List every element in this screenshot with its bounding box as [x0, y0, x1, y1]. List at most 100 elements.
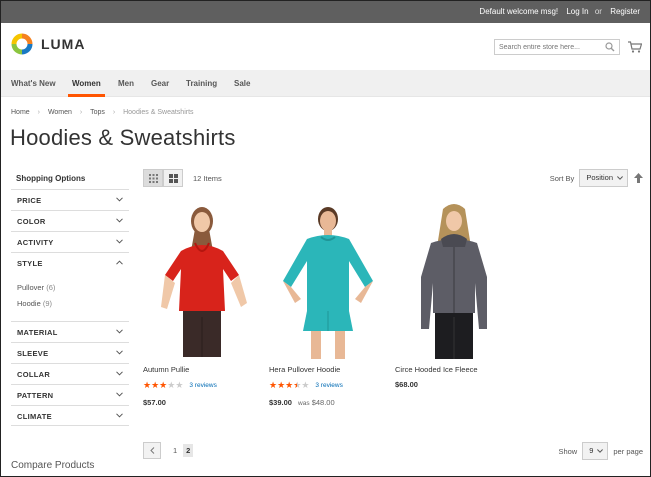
product-name[interactable]: Circe Hooded Ice Fleece: [395, 365, 513, 374]
chevron-down-icon: [116, 350, 123, 355]
filter-collar[interactable]: COLLAR: [11, 363, 129, 384]
nav-item-sale[interactable]: Sale: [234, 70, 250, 97]
product-rating: ★ ★ ★ ★ ★ 3 reviews: [269, 380, 387, 390]
header: LUMA: [1, 23, 650, 70]
cart-icon[interactable]: [628, 41, 642, 53]
reviews-link[interactable]: 3 reviews: [315, 382, 342, 389]
filter-label: COLLAR: [17, 370, 51, 379]
compare-products-title: Compare Products: [11, 460, 95, 471]
filter-pattern[interactable]: PATTERN: [11, 384, 129, 405]
product-image[interactable]: [395, 199, 513, 359]
logo-text: LUMA: [41, 36, 86, 52]
reviews-link[interactable]: 3 reviews: [189, 382, 216, 389]
nav-item-training[interactable]: Training: [186, 70, 217, 97]
logo[interactable]: LUMA: [11, 33, 85, 55]
product-item[interactable]: Hera Pullover Hoodie ★ ★ ★ ★ ★ 3 reviews…: [269, 199, 387, 407]
page-frame: Default welcome msg! Log In or Register …: [0, 0, 651, 477]
login-link[interactable]: Log In: [566, 7, 588, 16]
chevron-down-icon: [116, 371, 123, 376]
filter-color[interactable]: COLOR: [11, 210, 129, 231]
header-links: Default welcome msg! Log In or Register: [473, 7, 640, 16]
nav-item-whats-new[interactable]: What's New: [11, 70, 56, 97]
top-bar: Default welcome msg! Log In or Register: [1, 1, 650, 23]
main-nav: What's New Women Men Gear Training Sale: [1, 70, 650, 97]
chevron-down-icon: [597, 449, 604, 453]
nav-item-gear[interactable]: Gear: [151, 70, 169, 97]
filter-label: PRICE: [17, 196, 42, 205]
limit-value: 9: [589, 446, 594, 455]
search-icon[interactable]: [605, 42, 615, 52]
search-input[interactable]: [495, 40, 595, 54]
filter-material[interactable]: MATERIAL: [11, 321, 129, 342]
product-image[interactable]: [143, 199, 261, 359]
breadcrumb-home[interactable]: Home: [11, 109, 30, 116]
style-options: Pullover (6) Hoodie (9): [11, 274, 129, 321]
sort-by-label: Sort By: [549, 173, 575, 183]
filter-sleeve[interactable]: SLEEVE: [11, 342, 129, 363]
sort-select[interactable]: Position: [579, 169, 628, 187]
limiter: Show 9 per page: [558, 442, 643, 460]
grid-view-button[interactable]: [143, 169, 163, 187]
star-full-icon: ★: [143, 379, 152, 390]
filter-style-expanded: STYLE Pullover (6) Hoodie (9): [11, 252, 129, 321]
page-current-2: 2: [183, 444, 194, 457]
or-text: or: [594, 7, 602, 16]
rating-stars: ★ ★ ★ ★ ★: [269, 379, 310, 390]
filter-label: CLIMATE: [17, 412, 52, 421]
shopping-options-title: Shopping Options: [16, 174, 86, 183]
filter-label: SLEEVE: [17, 349, 49, 358]
per-page-label: per page: [613, 446, 643, 456]
star-full-icon: ★: [269, 379, 278, 390]
search-box[interactable]: [494, 39, 620, 55]
chevron-down-icon: [617, 176, 623, 180]
chevron-down-icon: [116, 413, 123, 418]
breadcrumb-separator: ›: [112, 109, 116, 116]
product-image[interactable]: [269, 199, 387, 359]
rating-stars: ★ ★ ★ ★ ★: [143, 379, 184, 390]
nav-item-women[interactable]: Women: [68, 70, 105, 97]
star-empty-icon: ★: [175, 379, 184, 390]
option-label: Pullover: [17, 283, 45, 292]
old-price: $48.00: [311, 398, 335, 407]
product-price: $57.00: [143, 398, 166, 407]
product-grid: Autumn Pullie ★ ★ ★ ★ ★ 3 reviews $57.00: [143, 199, 643, 419]
star-full-icon: ★: [159, 379, 168, 390]
chevron-down-icon: [116, 329, 123, 334]
breadcrumb: Home › Women › Tops › Hoodies & Sweatshi…: [11, 109, 194, 116]
star-full-icon: ★: [277, 379, 286, 390]
breadcrumb-women[interactable]: Women: [48, 109, 72, 116]
sidebar: Shopping Options PRICE COLOR ACTIVITY ST…: [11, 169, 129, 426]
chevron-down-icon: [116, 239, 123, 244]
filter-climate[interactable]: CLIMATE: [11, 405, 129, 426]
breadcrumb-separator: ›: [79, 109, 83, 116]
filter-label: ACTIVITY: [17, 238, 54, 247]
filter-label: STYLE: [17, 259, 43, 268]
option-count: (6): [46, 283, 56, 292]
limit-select[interactable]: 9: [582, 442, 609, 460]
luma-logo-icon: [11, 33, 33, 55]
style-option-hoodie[interactable]: Hoodie (9): [17, 296, 129, 312]
breadcrumb-tops[interactable]: Tops: [90, 109, 105, 116]
filter-style[interactable]: STYLE: [11, 253, 129, 274]
filter-price[interactable]: PRICE: [11, 189, 129, 210]
filter-activity[interactable]: ACTIVITY: [11, 231, 129, 252]
product-name[interactable]: Hera Pullover Hoodie: [269, 365, 387, 374]
toolbar-bottom: 1 2 Show 9 per page: [143, 442, 643, 460]
product-item[interactable]: Autumn Pullie ★ ★ ★ ★ ★ 3 reviews $57.00: [143, 199, 261, 407]
chevron-down-icon: [116, 218, 123, 223]
chevron-left-icon: [149, 447, 154, 454]
sort-direction-arrow-icon[interactable]: [634, 173, 643, 183]
pagination: 1 2: [143, 442, 194, 459]
product-name[interactable]: Autumn Pullie: [143, 365, 261, 374]
nav-item-men[interactable]: Men: [118, 70, 134, 97]
product-item[interactable]: Circe Hooded Ice Fleece $68.00: [395, 199, 513, 389]
previous-page-button[interactable]: [143, 442, 161, 459]
page-link-1[interactable]: 1: [173, 446, 177, 455]
welcome-message: Default welcome msg!: [479, 7, 559, 16]
list-view-button[interactable]: [163, 169, 183, 187]
register-link[interactable]: Register: [610, 7, 640, 16]
star-empty-icon: ★: [301, 379, 310, 390]
star-full-icon: ★: [285, 379, 294, 390]
style-option-pullover[interactable]: Pullover (6): [17, 280, 129, 296]
toolbar-top: 12 Items Sort By Position: [143, 169, 643, 189]
